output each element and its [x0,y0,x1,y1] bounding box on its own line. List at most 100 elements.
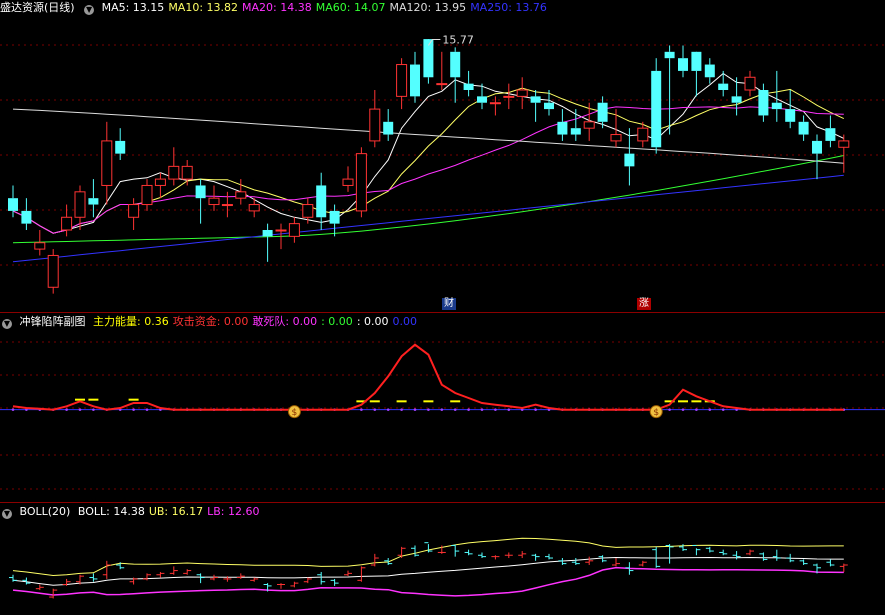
boll-legend: BOLL: 14.38 UB: 16.17 LB: 12.60 [78,505,264,518]
candle-body-down [704,64,715,78]
candle [141,179,153,211]
candle-body-up [128,204,140,218]
indicator-panel-chongfeng[interactable]: $ $ ▼ 冲锋陷阵副图 主力能量: 0.36 攻击资金: 0.00 敢死队: 0.0… [0,313,885,502]
candle [88,179,99,218]
ohlc-bar [330,578,339,586]
money-bag-icon: $ [649,405,663,419]
candle [21,198,32,230]
candle [516,77,528,110]
ohlc-bar [169,566,178,575]
collapse-toggle-icon[interactable]: ▼ [84,5,95,15]
indicator-legend-item-2: 敢死队: 0.00 [252,315,318,328]
candle-body-up [181,165,193,180]
candle-body-up [436,83,448,86]
candle-body-up [101,140,113,186]
candle [195,179,206,224]
boll-panel[interactable]: ▼ BOLL(20) BOLL: 14.38 UB: 16.17 LB: 12.60 [0,503,885,615]
ohlc-bar [290,581,299,588]
indicator-dot [480,408,484,411]
main-chart-header: 盛达资源(日线) ▼ MA5: 13.15 MA10: 13.82 MA20: 14… [0,0,555,16]
ohlc-bar [491,555,500,560]
ohlc-bar [183,569,192,575]
ma-line-ma120 [12,108,844,164]
indicator-dot [386,408,390,411]
ohlc-bar [571,558,580,565]
ohlc-bar [102,560,111,579]
ma-legend-item-4: MA120: 13.95 [389,1,467,14]
candle [530,90,541,122]
candle-body-up [275,229,287,232]
candle [771,70,782,122]
badge-zhang[interactable]: 涨 [637,298,651,310]
ohlc-bar [545,553,553,560]
candle-body-down [262,230,273,237]
candle-body-up [47,254,59,288]
candle-body-up [302,204,314,218]
candle [47,249,59,294]
candle-body-down [718,83,729,90]
ohlc-bar [344,570,352,577]
candle-body-down [88,198,99,205]
ohlc-bar [397,546,406,559]
candle [181,160,193,186]
main-chart-panel[interactable]: 15.77 盛达资源(日线) ▼ MA5: 13.15 MA10: 13.82 MA… [0,0,885,312]
stock-title: 盛达资源(日线) [0,1,75,14]
ma-legend-item-5: MA250: 13.76 [470,1,547,14]
candle-body-down [195,185,206,199]
candle-body-down [785,109,796,122]
indicator-dot [427,408,430,411]
indicator-dot [132,408,135,411]
candle-body-down [771,102,782,110]
indicator-legend-item-3: : 0.00 [321,315,353,328]
candle [704,58,715,84]
candle-body-up [583,121,595,129]
candle-body-up [489,102,501,105]
indicator-dot [695,408,698,411]
ohlc-bar [679,544,687,552]
candle-body-down [651,70,662,148]
boll-legend-item-1: UB: 16.17 [148,505,204,518]
candle-body-up [141,184,153,206]
ohlc-bar [357,566,366,582]
money-bag-symbol: $ [292,408,298,418]
ohlc-bar [531,553,540,561]
candle-body-down [557,121,568,135]
ohlc-bar [156,571,165,578]
ohlc-bar [692,544,701,556]
indicator-chart[interactable]: $ $ [0,313,885,502]
candle-body-up [288,223,300,237]
candle [168,147,180,186]
candle-body-down [691,51,702,71]
candle [651,58,662,154]
candle [288,217,300,243]
ohlc-bar [35,584,44,591]
ohlc-bar [303,577,312,584]
candle [557,109,568,141]
ohlc-bar [411,545,419,557]
candle [450,47,461,103]
badge-cai[interactable]: 财 [442,298,456,310]
ma-legend-item-3: MA60: 14.07 [315,1,386,14]
candle-body-up [610,134,622,142]
candle [570,109,581,141]
candle-body-down [463,83,474,90]
indicator-dot [721,408,725,411]
candle-body-down [450,51,461,78]
ma-legend-item-0: MA5: 13.15 [101,1,165,14]
ohlc-bar [719,549,728,556]
candle-body-up [503,95,515,98]
candle-body-up [355,153,367,212]
candle-body-down [383,121,394,135]
collapse-toggle-icon[interactable]: ▼ [2,319,12,329]
candle-body-down [570,128,581,135]
candle [262,223,273,262]
candle [101,121,113,205]
collapse-toggle-icon[interactable]: ▼ [2,509,12,519]
ma-line-ma250 [12,174,844,263]
indicator-dot [668,408,671,411]
candle-body-up [208,197,220,206]
candle [798,115,809,141]
indicator-dot [681,408,685,411]
indicator-legend-item-5: 0.00 [392,315,418,328]
candlestick-chart[interactable]: 15.77 [0,0,885,312]
